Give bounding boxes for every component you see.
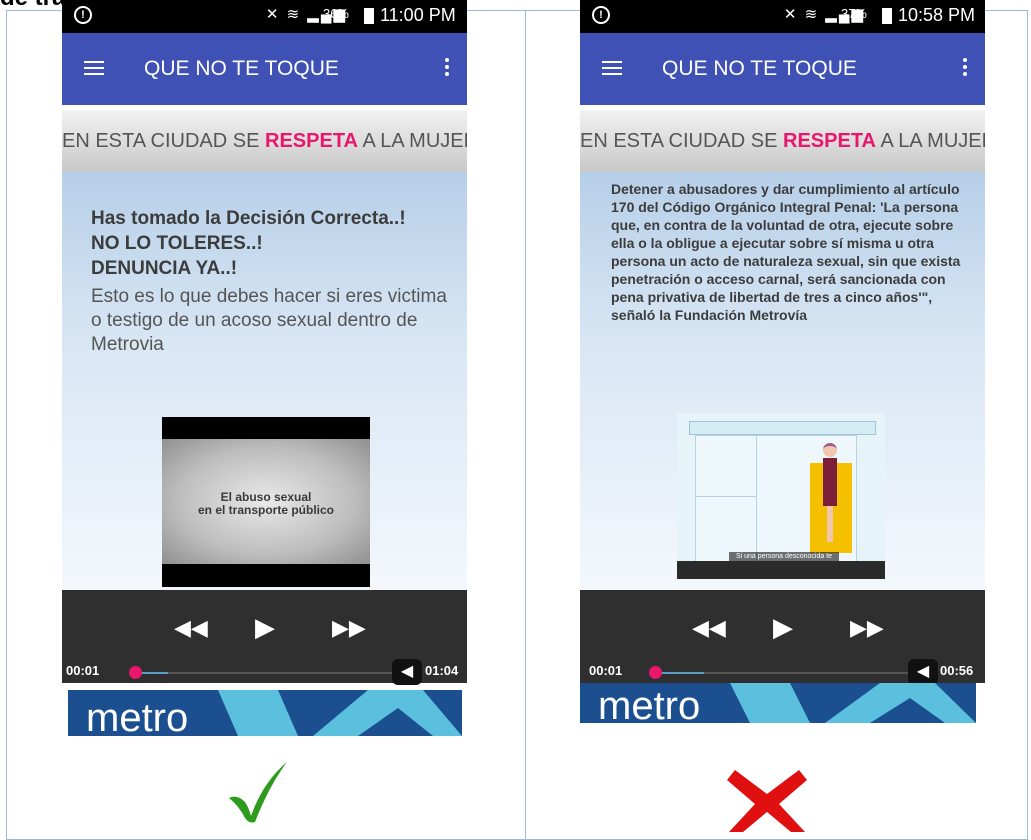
app-bar: QUE NO TE TOQUE [580, 33, 985, 105]
banner-text-pre: EN ESTA CIUDAD SE [580, 130, 784, 152]
battery-icon [882, 8, 892, 24]
headline-line: NO LO TOLERES..! [91, 233, 263, 254]
logo-shape [730, 683, 976, 723]
back-arrow-icon[interactable]: ◀ [392, 659, 422, 685]
status-time: 10:58 PM [898, 5, 976, 25]
video-frame[interactable]: El abuso sexual en el transporte público [162, 417, 370, 587]
rewind-icon[interactable]: ◀◀ [174, 615, 208, 641]
overflow-menu-icon[interactable] [963, 58, 967, 79]
video-frame[interactable]: Si una persona desconocida te hace comen… [677, 413, 885, 579]
play-icon[interactable]: ▶ [255, 612, 275, 643]
banner-text-post: A LA MUJER [358, 130, 467, 152]
logo-shape [218, 690, 462, 736]
video-caption: El abuso sexual en el transporte público [162, 491, 370, 517]
check-mark-icon [229, 762, 287, 823]
headline-line: Has tomado la Decisión Correcta..! [91, 208, 406, 229]
app-title: QUE NO TE TOQUE [144, 57, 339, 80]
respect-banner: EN ESTA CIUDAD SE RESPETA A LA MUJER [580, 110, 985, 172]
phone-screenshot-right: ! ✕ ≋ ▂▄▆ 37% 10:58 PM QUE NO TE TOQUE E… [580, 0, 985, 736]
body-text: Esto es lo que debes hacer si eres victi… [91, 286, 447, 355]
cross-mark-icon [727, 770, 807, 832]
app-bar: QUE NO TE TOQUE [62, 33, 467, 105]
back-arrow-icon[interactable]: ◀ [908, 659, 938, 685]
status-bar: ! ✕ ≋ ▂▄▆ 36% 11:00 PM [62, 0, 467, 33]
content-area: Detener a abusadores y dar cumplimiento … [580, 172, 985, 590]
banner-text-emph: RESPETA [265, 130, 358, 152]
banner-text-post: A LA MUJER [876, 130, 985, 152]
overflow-menu-icon[interactable] [445, 58, 449, 79]
fast-forward-icon[interactable]: ▶▶ [850, 615, 884, 641]
status-time: 11:00 PM [380, 5, 456, 25]
rewind-icon[interactable]: ◀◀ [692, 615, 726, 641]
body-text: Detener a abusadores y dar cumplimiento … [611, 181, 961, 323]
phone-screenshot-left: ! ✕ ≋ ▂▄▆ 36% 11:00 PM QUE NO TE TOQUE E… [62, 0, 467, 736]
status-bar: ! ✕ ≋ ▂▄▆ 37% 10:58 PM [580, 0, 985, 33]
current-time: 00:01 [66, 663, 100, 678]
seek-track[interactable] [135, 672, 397, 674]
woman-figure [823, 443, 837, 545]
banner-text-pre: EN ESTA CIUDAD SE [62, 130, 266, 152]
video-image: El abuso sexual en el transporte público [162, 439, 370, 564]
current-time: 00:01 [589, 663, 623, 678]
hamburger-menu-icon[interactable] [84, 61, 104, 75]
metrovia-logo: metro [580, 683, 976, 723]
play-icon[interactable]: ▶ [773, 612, 793, 643]
metrovia-logo: metro [68, 690, 462, 736]
seek-thumb[interactable] [129, 666, 142, 679]
battery-percent: 37% [840, 6, 867, 21]
content-area: Has tomado la Decisión Correcta..! NO LO… [62, 172, 467, 590]
headline-line: DENUNCIA YA..! [91, 258, 238, 279]
media-player: ◀◀ ▶ ▶▶ 00:01 ◀ 00:56 [580, 590, 985, 685]
bus-stop-roof [689, 421, 876, 435]
alert-icon: ! [592, 6, 610, 24]
media-player: ◀◀ ▶ ▶▶ 00:01 ◀ 01:04 [62, 590, 467, 685]
seek-played [656, 672, 704, 674]
duration: 01:04 [425, 663, 459, 678]
alert-icon: ! [74, 6, 92, 24]
app-title: QUE NO TE TOQUE [662, 57, 857, 80]
video-caption-line: en el transporte público [197, 503, 335, 517]
video-bottom-bar [677, 561, 885, 579]
table-divider [525, 10, 526, 840]
fast-forward-icon[interactable]: ▶▶ [332, 615, 366, 641]
battery-icon [364, 8, 374, 24]
headline: Has tomado la Decisión Correcta..! NO LO… [91, 206, 451, 281]
logo-word: metro [86, 696, 189, 736]
banner-text-emph: RESPETA [783, 130, 876, 152]
battery-percent: 36% [322, 6, 349, 21]
respect-banner: EN ESTA CIUDAD SE RESPETA A LA MUJER [62, 110, 467, 172]
seek-thumb[interactable] [649, 666, 662, 679]
duration: 00:56 [940, 663, 974, 678]
logo-word: metro [598, 684, 701, 723]
hamburger-menu-icon[interactable] [602, 61, 622, 75]
